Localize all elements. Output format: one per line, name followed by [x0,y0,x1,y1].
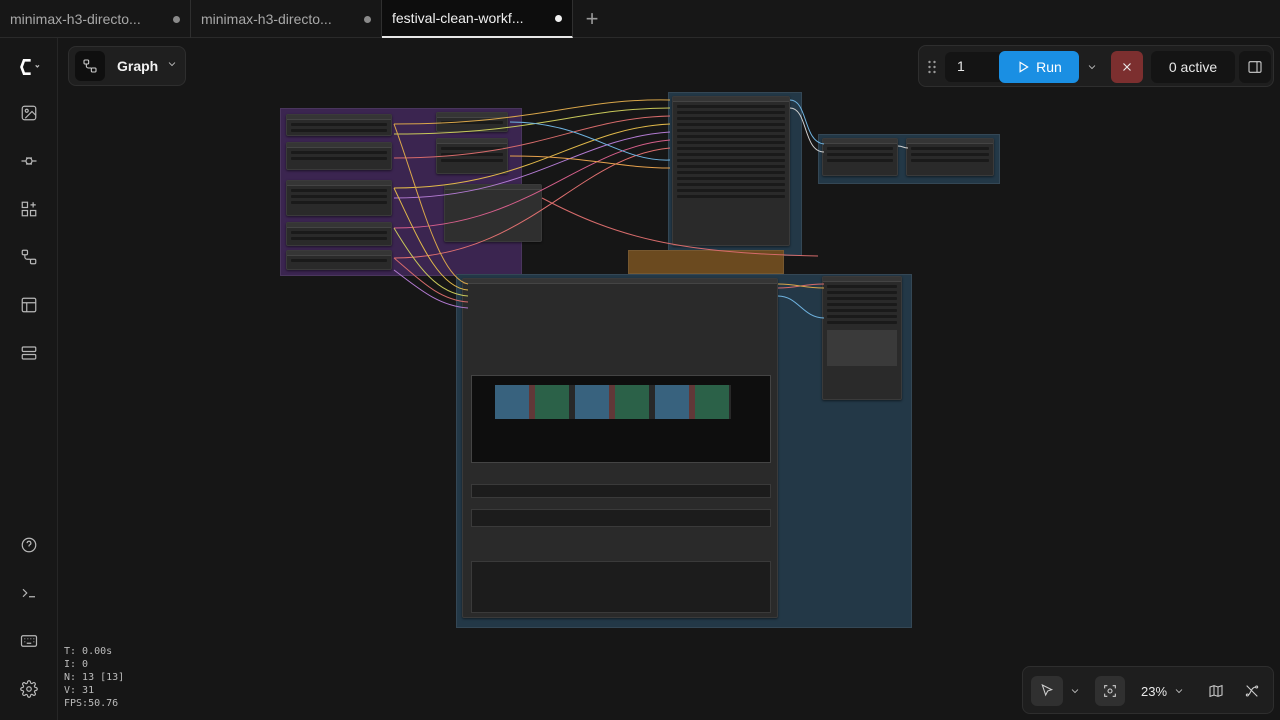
help-icon[interactable] [14,530,44,560]
minimap-button[interactable] [1201,676,1231,706]
toggle-links-button[interactable] [1237,676,1267,706]
node-wires [393,99,909,319]
image-icon[interactable] [14,98,44,128]
run-toolbar: 1 Run 0 active [918,45,1274,87]
cancel-run-button[interactable] [1111,51,1143,83]
chevron-down-icon [1175,689,1183,694]
tab-bar: minimax-h3-directo... minimax-h3-directo… [0,0,1280,38]
canvas-stats: T: 0.00s I: 0 N: 13 [13] V: 31 FPS:50.76 [64,645,124,710]
drag-handle-icon[interactable] [927,59,937,75]
stat-v: V: 31 [64,685,95,696]
close-icon [1123,63,1131,71]
tab-workflow-3[interactable]: festival-clean-workf... [382,0,573,38]
chevron-down-icon [166,57,178,75]
unsaved-dot-icon[interactable] [364,15,371,23]
zoom-level: 23% [1140,683,1168,699]
stat-fps: FPS:50.76 [64,698,119,709]
gear-icon[interactable] [14,674,44,704]
play-icon [1019,61,1029,73]
active-queue-button[interactable]: 0 active [1151,51,1235,83]
unsaved-dot-icon[interactable] [555,14,562,22]
active-count-label: 0 active [1168,59,1218,75]
stat-i: I: 0 [64,659,89,670]
terminal-icon[interactable] [14,578,44,608]
unsaved-dot-icon[interactable] [173,15,180,23]
comfy-logo-icon[interactable] [14,52,44,82]
map-icon [1209,684,1223,698]
queue-icon[interactable] [14,338,44,368]
model-library-icon[interactable] [14,194,44,224]
workflow-icon [75,51,105,81]
hide-links-icon [1245,685,1259,697]
graph-label: Graph [117,58,159,74]
workflow-icon[interactable] [14,242,44,272]
tab-label: festival-clean-workf... [392,10,524,26]
focus-icon [1104,685,1116,697]
sidebar-panel-icon [1248,61,1262,73]
toggle-panel-button[interactable] [1239,51,1271,83]
fit-view-button[interactable] [1095,676,1125,706]
node-library-icon[interactable] [14,146,44,176]
new-tab-button[interactable]: + [573,0,611,38]
mode-dropdown-button[interactable] [1065,676,1085,706]
graph-breadcrumb-button[interactable]: Graph [68,46,186,86]
cursor-icon [1041,683,1054,697]
app-window: minimax-h3-directo... minimax-h3-directo… [0,0,1280,720]
select-mode-button[interactable] [1031,676,1063,706]
run-button[interactable]: Run [999,51,1079,83]
template-icon[interactable] [14,290,44,320]
stat-time: T: 0.00s [64,646,113,657]
tab-label: minimax-h3-directo... [201,11,332,27]
sidebar [0,38,58,720]
run-label: Run [1036,59,1062,75]
run-options-button[interactable] [1081,51,1103,83]
zoom-dropdown[interactable]: 23% [1133,676,1193,706]
keyboard-icon[interactable] [14,626,44,656]
stat-nodes: N: 13 [13] [64,672,125,683]
batch-count-value: 1 [957,58,965,74]
chevron-down-icon [1088,65,1096,70]
tab-workflow-2[interactable]: minimax-h3-directo... [191,0,382,38]
chevron-down-icon [1071,689,1079,694]
canvas-controls: 23% [1022,666,1274,714]
tab-workflow-1[interactable]: minimax-h3-directo... [0,0,191,38]
graph-canvas[interactable] [58,38,1280,720]
tab-label: minimax-h3-directo... [10,11,141,27]
